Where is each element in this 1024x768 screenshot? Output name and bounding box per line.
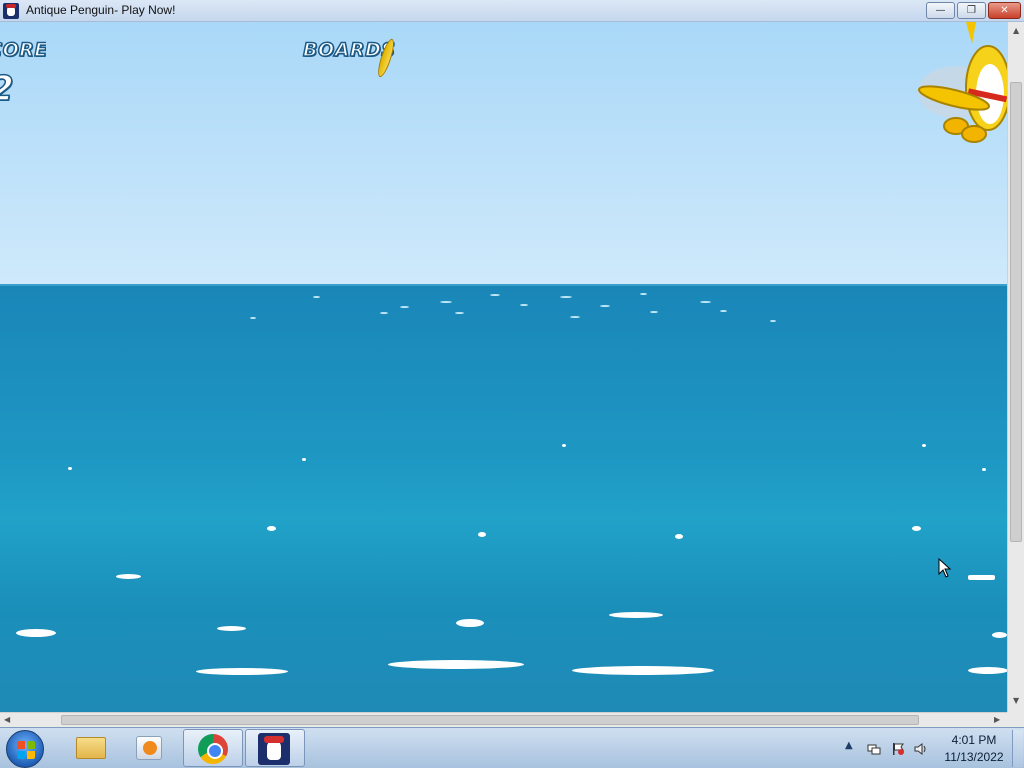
wave-sparkle [570,316,580,318]
wave-sparkle [922,444,926,447]
windows-logo-icon [17,741,35,759]
network-icon[interactable] [867,742,881,756]
wave-sparkle [68,467,72,470]
scrollbar-corner [1007,712,1024,727]
ocean [0,284,1007,712]
wave-sparkle [562,444,566,447]
horizontal-scrollbar[interactable]: ◀ ▶ [0,712,1007,727]
wave-foam [116,574,141,579]
sky [0,22,1007,284]
media-player-icon [136,736,162,760]
restore-button[interactable]: ❐ [957,2,986,19]
wave-sparkle [770,320,776,322]
scroll-down-arrow-icon[interactable]: ▼ [1013,696,1019,705]
scroll-left-arrow-icon[interactable]: ◀ [4,715,10,724]
wave-foam [267,526,276,531]
wave-foam [572,666,714,675]
game-canvas[interactable]: SCORE 2 BOARDS [0,22,1007,712]
show-hidden-icons-chevron-icon[interactable]: ▲ [845,740,853,751]
scroll-right-arrow-icon[interactable]: ▶ [994,715,1000,724]
score-value-text: 2 [0,69,14,109]
minimize-button[interactable]: — [926,2,955,19]
wave-sparkle [440,301,452,303]
folder-icon [76,737,106,759]
wave-foam [478,532,486,537]
score-label: SCORE [0,39,46,61]
horizontal-scroll-thumb[interactable] [61,715,919,725]
clock-time[interactable]: 4:01 PM [944,733,1004,747]
penguin-app-icon [258,733,290,765]
vertical-scrollbar[interactable]: ▲ ▼ [1007,22,1024,712]
window-title: Antique Penguin- Play Now! [26,3,176,17]
wave-sparkle [302,458,306,461]
chrome-icon [198,734,228,764]
wave-sparkle [720,310,727,312]
wave-foam [968,575,995,580]
wave-sparkle [455,312,464,314]
taskbar-file-explorer[interactable] [60,729,120,767]
vertical-scroll-thumb[interactable] [1010,82,1022,542]
horizon-line [0,284,1007,286]
volume-icon[interactable] [914,742,928,756]
wave-sparkle [520,304,528,306]
score-value: 2 [0,69,26,109]
mouse-pointer-icon [938,558,952,578]
close-button[interactable]: ✕ [988,2,1021,19]
taskbar: ▲ 4:01 PM 11/13/2022 [0,727,1024,768]
wave-foam [609,612,663,618]
wave-foam [217,626,246,631]
wave-sparkle [380,312,388,314]
wave-sparkle [490,294,500,296]
taskbar-antique-penguin[interactable] [245,729,305,767]
start-button[interactable] [6,730,44,768]
wave-sparkle [600,305,610,307]
wave-foam [388,660,524,669]
penguin-app-icon [3,3,19,19]
scroll-up-arrow-icon[interactable]: ▲ [1013,26,1019,35]
wave-sparkle [313,296,320,298]
wave-foam [992,632,1007,638]
wave-sparkle [700,301,711,303]
wave-sparkle [560,296,572,298]
clock-date[interactable]: 11/13/2022 [940,750,1008,764]
wave-foam [968,667,1007,674]
wave-foam [16,629,56,637]
wave-sparkle [650,311,658,313]
taskbar-chrome[interactable] [183,729,243,767]
wave-foam [675,534,683,539]
score-label-text: SCORE [0,39,46,61]
wave-foam [196,668,288,675]
penguin-surfer [918,22,1007,143]
wave-sparkle [982,468,986,471]
wave-foam [456,619,484,627]
show-desktop-button[interactable] [1012,730,1023,767]
action-center-flag-icon[interactable] [891,742,905,756]
wave-sparkle [400,306,409,308]
wave-sparkle [250,317,256,319]
window-titlebar[interactable]: Antique Penguin- Play Now! — ❐ ✕ [0,0,1024,22]
taskbar-media-player[interactable] [122,729,182,767]
wave-sparkle [640,293,647,295]
wave-foam [912,526,921,531]
